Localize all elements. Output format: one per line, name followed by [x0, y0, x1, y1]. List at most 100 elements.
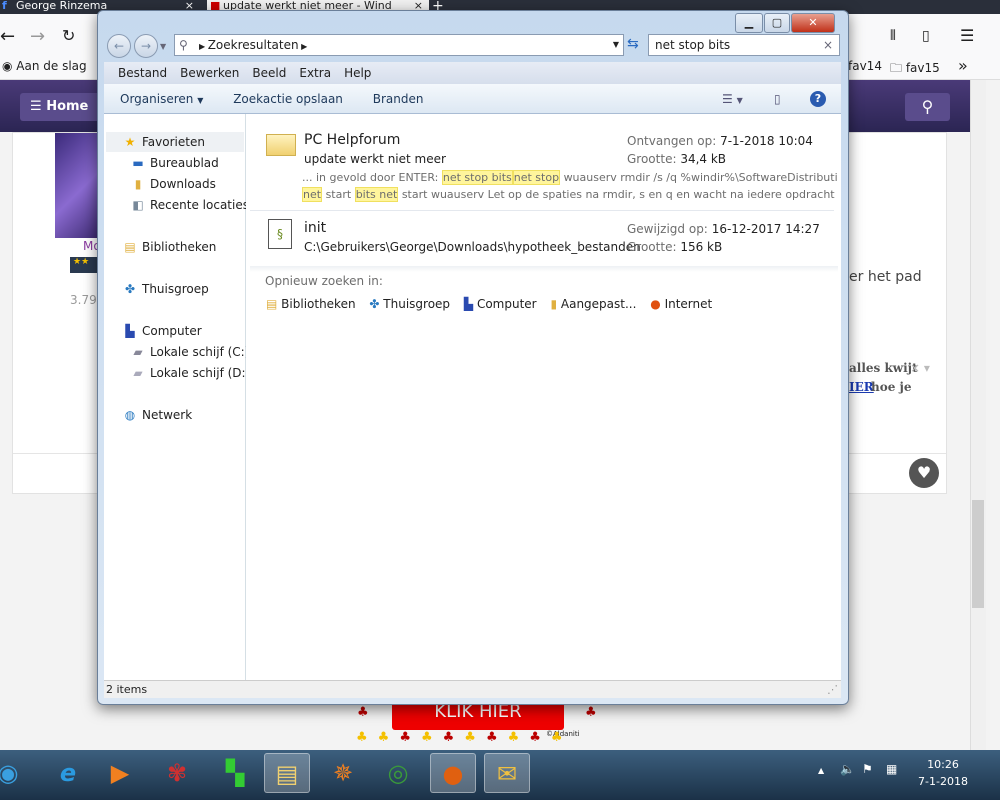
status-bar: 2 items ⋰ [104, 680, 841, 698]
firefox-taskbar-icon[interactable]: ● [430, 753, 476, 793]
address-dropdown-icon[interactable]: ▼ [613, 35, 619, 55]
like-heart-icon[interactable]: ♥ [909, 458, 939, 488]
search-again-locations: ▤ Bibliotheken ✤ Thuisgroep ▙ Computer ▮… [266, 297, 712, 311]
action-center-flag-icon[interactable]: ⚑ [862, 762, 873, 776]
organise-label: Organiseren [120, 92, 194, 106]
scrollbar-thumb[interactable] [972, 500, 984, 608]
maple-leaf-icon: ♣ [357, 705, 369, 720]
search-again-computer[interactable]: ▙ Computer [464, 297, 537, 311]
forum-search-button[interactable]: ⚲ [905, 93, 950, 121]
nav-label: Lokale schijf (C:) [150, 345, 250, 359]
start-button[interactable]: ◉ [0, 753, 30, 793]
post-text: er het pad [849, 269, 922, 285]
search-again-thuisgroep[interactable]: ✤ Thuisgroep [369, 297, 450, 311]
back-icon[interactable]: ← [0, 26, 15, 47]
menu-help[interactable]: Help [344, 66, 371, 80]
menu-beeld[interactable]: Beeld [252, 66, 286, 80]
menu-bestand[interactable]: Bestand [118, 66, 167, 80]
result-item-file[interactable]: § init C:\Gebruikers\George\Downloads\hy… [250, 212, 838, 258]
homegroup-icon: ✤ [369, 297, 380, 311]
snippet-highlight: bits net [354, 187, 399, 202]
refresh-icon[interactable]: ⇆ [627, 36, 639, 52]
organise-button[interactable]: Organiseren ▼ [120, 92, 203, 106]
nav-netwerk[interactable]: ◍ Netwerk [122, 405, 192, 425]
location-label: Thuisgroep [383, 297, 451, 311]
nav-bibliotheken[interactable]: ▤ Bibliotheken [122, 237, 216, 257]
clear-search-icon[interactable]: × [823, 35, 833, 55]
dismiss-icon[interactable]: × ▾ [910, 361, 930, 375]
nav-downloads[interactable]: ▮ Downloads [130, 174, 216, 194]
helm-app-icon[interactable]: ✵ [320, 753, 366, 793]
forward-button[interactable]: → [134, 34, 158, 58]
sidebar-icon[interactable]: ▯ [922, 28, 930, 44]
recent-pages-chevron-icon[interactable]: ▼ [160, 42, 166, 51]
view-options-icon[interactable]: ☰ ▼ [722, 84, 743, 116]
reload-icon[interactable]: ↻ [62, 26, 75, 45]
snippet-text: start wuauserv Let op de spaties na rmdi… [401, 188, 838, 201]
calc-app-icon[interactable]: ▚ [212, 753, 258, 793]
breadcrumb-search-results[interactable]: Zoekresultaten [208, 38, 299, 52]
explorer-taskbar-icon[interactable]: ▤ [264, 753, 310, 793]
search-again-custom[interactable]: ▮ Aangepast... [550, 297, 636, 311]
bookmark-fav14[interactable]: fav14 [848, 59, 882, 73]
help-icon[interactable]: ? [810, 91, 826, 107]
nav-thuisgroep[interactable]: ✤ Thuisgroep [122, 279, 209, 299]
clock[interactable]: 10:26 7-1-2018 [915, 756, 971, 790]
minimize-button[interactable]: ▁ [735, 13, 763, 33]
bookmark-fav15[interactable]: 🗀 fav15 [890, 59, 940, 80]
close-button[interactable]: ✕ [791, 13, 835, 33]
forward-icon[interactable]: → [30, 26, 45, 47]
address-bar[interactable]: ⚲ ▶ Zoekresultaten ▶ ▼ [174, 34, 624, 56]
result-item-email[interactable]: PC Helpforum update werkt niet meer Ontv… [250, 120, 838, 210]
received-date: 7-1-2018 10:04 [720, 134, 813, 148]
nav-computer[interactable]: ▙ Computer [122, 321, 201, 341]
preview-pane-icon[interactable]: ▯ [774, 84, 781, 114]
menu-bewerken[interactable]: Bewerken [180, 66, 239, 80]
search-again-bibliotheken[interactable]: ▤ Bibliotheken [266, 297, 356, 311]
drive-icon: ▰ [133, 366, 143, 380]
library-icon[interactable]: ⫴ [890, 28, 896, 44]
bookmark-aan-de-slag[interactable]: ◉ Aan de slag [2, 59, 87, 73]
taskbar: ◉ e ▶ ✾ ▚ ▤ ✵ ◎ ● ✉ ▲ 🔈 ⚑ ▦ 10:26 7-1-201… [0, 750, 1000, 800]
search-folder-icon: ⚲ [179, 38, 188, 52]
breadcrumb-arrow-icon[interactable]: ▶ [299, 42, 307, 51]
nav-favorieten[interactable]: ★ Favorieten [106, 132, 244, 152]
menu-icon[interactable]: ☰ [960, 26, 974, 45]
menu-bar: Bestand Bewerken Beeld Extra Help [104, 62, 841, 84]
search-again-internet[interactable]: ● Internet [650, 297, 712, 311]
search-results: PC Helpforum update werkt niet meer Ontv… [246, 114, 841, 680]
navigation-pane: ★ Favorieten ▬ Bureaublad ▮ Downloads ◧ Rece… [104, 114, 250, 680]
app-icon[interactable]: ✾ [154, 753, 200, 793]
snippet-highlight: net stop [512, 170, 561, 185]
tab-title: George Rinzema [16, 0, 108, 12]
menu-extra[interactable]: Extra [299, 66, 331, 80]
bookmark-label: fav15 [905, 61, 940, 75]
library-icon: ▤ [266, 297, 278, 311]
volume-icon[interactable]: 🔈 [840, 762, 855, 776]
search-input[interactable]: net stop bits × [648, 34, 840, 56]
show-hidden-icons[interactable]: ▲ [818, 766, 824, 775]
media-player-icon[interactable]: ▶ [97, 753, 143, 793]
save-search-button[interactable]: Zoekactie opslaan [233, 92, 343, 106]
nav-drive-d[interactable]: ▰ Lokale schijf (D:) [130, 363, 250, 383]
location-label: Aangepast... [560, 297, 637, 311]
home-menu-button[interactable]: ☰ Home [20, 93, 104, 121]
chrome-icon[interactable]: ◎ [375, 753, 421, 793]
comment-text: hoe je [871, 380, 912, 394]
internet-explorer-icon[interactable]: e [45, 753, 91, 793]
network-tray-icon[interactable]: ▦ [886, 762, 897, 776]
nav-bureaublad[interactable]: ▬ Bureaublad [130, 153, 218, 173]
nav-recente-locaties[interactable]: ◧ Recente locaties [130, 195, 249, 215]
snippet-text: start [325, 188, 352, 201]
bookmarks-overflow-icon[interactable]: » [958, 56, 968, 75]
meta-label: Gewijzigd op: [627, 222, 708, 236]
resize-grip-icon[interactable]: ⋰ [827, 681, 838, 698]
back-button[interactable]: ← [107, 34, 131, 58]
burn-button[interactable]: Branden [373, 92, 424, 106]
nav-drive-c[interactable]: ▰ Lokale schijf (C:) [130, 342, 249, 362]
mail-app-icon[interactable]: ✉ [484, 753, 530, 793]
item-count: 2 items [106, 683, 148, 696]
page-scrollbar[interactable] [970, 80, 986, 750]
recent-icon: ◧ [132, 198, 144, 212]
maximize-button[interactable]: ▢ [764, 13, 790, 33]
